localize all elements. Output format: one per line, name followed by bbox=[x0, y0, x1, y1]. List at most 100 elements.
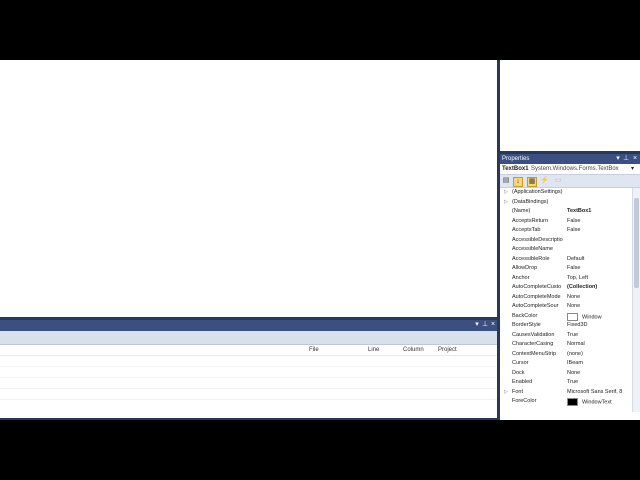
property-name: AcceptsReturn bbox=[512, 217, 549, 224]
property-row[interactable]: ▷ Font Microsoft Sans Serif, 8 bbox=[500, 388, 632, 398]
table-row bbox=[0, 378, 497, 389]
property-value[interactable]: Normal bbox=[567, 341, 632, 347]
property-value-text: WindowText bbox=[582, 399, 612, 406]
object-name: TextBox1 bbox=[502, 166, 529, 172]
property-row[interactable]: AccessibleRole Default bbox=[500, 255, 632, 265]
property-row[interactable]: AcceptsReturn False bbox=[500, 217, 632, 227]
property-row[interactable]: Anchor Top, Left bbox=[500, 274, 632, 284]
expand-icon[interactable]: ▷ bbox=[504, 199, 508, 205]
property-row[interactable]: AccessibleDescriptio bbox=[500, 236, 632, 246]
ide-window: ▾ ⊥ × File Line Column Project Propertie… bbox=[0, 60, 640, 420]
property-value[interactable]: TextBox1 bbox=[567, 208, 632, 214]
panel-dropdown-icon[interactable]: ▾ bbox=[614, 155, 622, 163]
close-icon[interactable]: × bbox=[631, 155, 639, 163]
property-row[interactable]: Dock None bbox=[500, 369, 632, 379]
column-header-line[interactable]: Line bbox=[368, 347, 379, 353]
color-swatch bbox=[567, 398, 578, 406]
property-value[interactable]: Default bbox=[567, 256, 632, 262]
expand-icon[interactable]: ▷ bbox=[504, 389, 508, 395]
property-name: Font bbox=[512, 388, 524, 395]
properties-panel: Properties ▾ ⊥ × TextBox1 System.Windows… bbox=[500, 154, 640, 420]
property-row[interactable]: AccessibleName bbox=[500, 245, 632, 255]
designer-surface[interactable] bbox=[0, 60, 497, 317]
error-list-toolbar bbox=[0, 331, 497, 345]
properties-title: Properties bbox=[502, 156, 530, 162]
close-icon[interactable]: × bbox=[489, 321, 497, 329]
properties-footer bbox=[500, 412, 640, 420]
property-name: Dock bbox=[512, 369, 525, 376]
error-list-header: File Line Column Project bbox=[0, 345, 497, 356]
pin-icon[interactable]: ⊥ bbox=[481, 321, 489, 329]
chevron-down-icon[interactable]: ▾ bbox=[631, 164, 634, 174]
property-value[interactable]: None bbox=[567, 370, 632, 376]
property-name: Anchor bbox=[512, 274, 530, 281]
property-row[interactable]: ContextMenuStrip (none) bbox=[500, 350, 632, 360]
property-name: Enabled bbox=[512, 379, 533, 385]
property-row[interactable]: Enabled True bbox=[500, 378, 632, 388]
property-name: CausesValidation bbox=[512, 331, 555, 338]
solution-explorer-panel bbox=[500, 60, 640, 151]
property-value[interactable]: Window bbox=[567, 312, 632, 321]
scrollbar-thumb[interactable] bbox=[634, 198, 639, 288]
property-value[interactable]: None bbox=[567, 303, 632, 309]
properties-scrollbar[interactable] bbox=[632, 188, 640, 412]
property-name: AccessibleName bbox=[512, 246, 553, 252]
property-name: AutoCompleteSour bbox=[512, 303, 559, 309]
property-row[interactable]: ▷ (DataBindings) bbox=[500, 198, 632, 208]
pin-icon[interactable]: ⊥ bbox=[622, 155, 630, 163]
property-value[interactable]: WindowText bbox=[567, 398, 632, 406]
column-header-project[interactable]: Project bbox=[438, 347, 457, 353]
categorized-icon[interactable]: ▤ bbox=[502, 177, 510, 185]
property-name: AllowDrop bbox=[512, 265, 538, 271]
property-value[interactable]: False bbox=[567, 227, 632, 233]
error-list-titlebar[interactable]: ▾ ⊥ × bbox=[0, 320, 497, 331]
property-row[interactable]: CharacterCasing Normal bbox=[500, 340, 632, 350]
property-value[interactable]: True bbox=[567, 379, 632, 385]
property-value[interactable]: Microsoft Sans Serif, 8 bbox=[567, 389, 632, 395]
property-value[interactable]: True bbox=[567, 332, 632, 338]
property-row[interactable]: ForeColor WindowText bbox=[500, 397, 632, 407]
property-value[interactable]: Top, Left bbox=[567, 275, 632, 281]
property-name: BackColor bbox=[512, 312, 538, 319]
property-value[interactable]: (none) bbox=[567, 351, 632, 357]
alphabetical-icon[interactable]: ↓ bbox=[513, 177, 523, 187]
property-row[interactable]: ▷ (ApplicationSettings) bbox=[500, 188, 632, 198]
property-value[interactable]: None bbox=[567, 294, 632, 300]
property-row[interactable]: AutoCompleteSour None bbox=[500, 302, 632, 312]
property-row[interactable]: AllowDrop False bbox=[500, 264, 632, 274]
property-name: AccessibleRole bbox=[512, 255, 550, 262]
color-swatch bbox=[567, 312, 578, 321]
property-name: Cursor bbox=[512, 360, 529, 366]
property-value[interactable]: False bbox=[567, 218, 632, 224]
property-row[interactable]: AcceptsTab False bbox=[500, 226, 632, 236]
property-name: ForeColor bbox=[512, 398, 537, 404]
properties-icon[interactable]: ▦ bbox=[527, 177, 537, 187]
error-list-panel: ▾ ⊥ × File Line Column Project bbox=[0, 320, 497, 418]
object-selector[interactable]: TextBox1 System.Windows.Forms.TextBox ▾ bbox=[500, 164, 640, 175]
property-row[interactable]: CausesValidation True bbox=[500, 331, 632, 341]
table-row bbox=[0, 389, 497, 400]
property-name: AutoCompleteMode bbox=[512, 293, 561, 300]
property-name: (DataBindings) bbox=[512, 198, 549, 205]
property-row[interactable]: (Name) TextBox1 bbox=[500, 207, 632, 217]
property-value[interactable]: Fixed3D bbox=[567, 322, 632, 328]
property-name: AccessibleDescriptio bbox=[512, 236, 563, 243]
property-value[interactable]: (Collection) bbox=[567, 284, 632, 290]
column-header-column[interactable]: Column bbox=[403, 347, 424, 353]
property-row[interactable]: AutoCompleteMode None bbox=[500, 293, 632, 303]
property-value-text: Window bbox=[582, 313, 602, 320]
property-row[interactable]: BorderStyle Fixed3D bbox=[500, 321, 632, 331]
expand-icon[interactable]: ▷ bbox=[504, 189, 508, 195]
property-row[interactable]: AutoCompleteCusto (Collection) bbox=[500, 283, 632, 293]
property-row[interactable]: Cursor IBeam bbox=[500, 359, 632, 369]
property-row[interactable]: BackColor Window bbox=[500, 312, 632, 322]
properties-titlebar[interactable]: Properties ▾ ⊥ × bbox=[500, 154, 640, 164]
panel-dropdown-icon[interactable]: ▾ bbox=[473, 321, 481, 329]
table-row bbox=[0, 367, 497, 378]
column-header-file[interactable]: File bbox=[309, 347, 319, 353]
property-value[interactable]: False bbox=[567, 265, 632, 271]
events-icon[interactable]: ⚡ bbox=[540, 177, 549, 185]
property-value[interactable]: IBeam bbox=[567, 360, 632, 366]
property-name: AutoCompleteCusto bbox=[512, 284, 562, 290]
property-pages-icon[interactable]: ▭ bbox=[554, 177, 562, 185]
